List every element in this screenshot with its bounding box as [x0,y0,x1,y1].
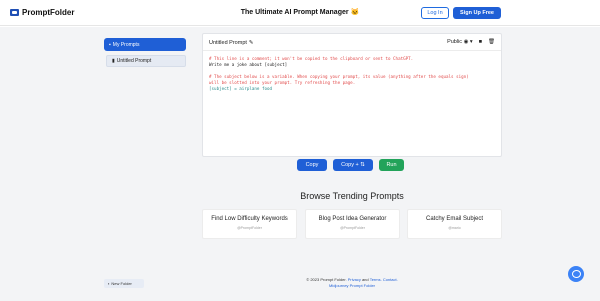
new-folder-button[interactable]: ▪ New Folder [104,279,144,288]
sidebar-folder-label: My Prompts [112,41,140,48]
edit-icon[interactable]: ✎ [249,40,254,46]
trending-card-title: Blog Post Idea Generator [318,216,387,222]
sidebar-folder-my-prompts[interactable]: ▪ My Prompts [104,38,186,51]
editor-divider [203,50,501,51]
chat-bubble-icon[interactable] [568,266,584,282]
folder-logo-icon [10,9,19,16]
top-header: PromptFolder [0,0,600,26]
and-text: and [361,277,369,282]
trending-card-title: Catchy Email Subject [425,216,484,222]
trending-card-author: @mario [448,226,461,230]
move-folder-icon[interactable]: ■ [479,39,482,45]
prompt-text-area[interactable]: # This line is a comment; it won't be co… [209,56,495,92]
contact-link[interactable]: Contact. [383,277,398,282]
trending-card[interactable]: Blog Post Idea Generator @PromptFolder [305,209,400,239]
folder-icon: ▪ [109,41,111,48]
trending-card[interactable]: Catchy Email Subject @mario [407,209,502,239]
terms-link[interactable]: Terms. [370,277,382,282]
privacy-link[interactable]: Privacy [348,277,361,282]
sidebar-item-label: Untitled Prompt [116,58,152,64]
action-buttons: Copy Copy + ⇅ Run [297,159,404,171]
copy-button[interactable]: Copy [297,159,327,171]
trending-card-title: Find Low Difficulty Keywords [211,216,288,222]
sidebar-item-untitled-prompt[interactable]: ▮ Untitled Prompt [106,55,186,67]
footer: © 2023 Prompt Folder. Privacy and Terms.… [202,277,502,289]
prompt-line: [subject] = airplane food [209,86,273,91]
editor-toolbar: Public ◉ ▾ ■ 🗑 [447,39,495,45]
copyright-text: © 2023 Prompt Folder. [306,277,347,282]
midjourney-link[interactable]: Midjourney Prompt Folder [202,283,502,289]
folder-plus-icon: ▪ [108,281,110,286]
signup-button[interactable]: Sign Up Free [453,7,501,19]
copy-plus-button[interactable]: Copy + ⇅ [333,159,373,171]
trending-title: Browse Trending Prompts [300,191,404,201]
sidebar [0,27,193,301]
prompt-editor[interactable]: Untitled Prompt ✎ Public ◉ ▾ ■ 🗑 # This … [202,33,502,157]
prompt-title[interactable]: Untitled Prompt ✎ [209,40,254,46]
visibility-select[interactable]: Public ◉ ▾ [447,39,473,45]
login-button[interactable]: Log In [421,7,449,19]
prompt-title-text: Untitled Prompt [209,40,247,46]
trending-card-author: @PromptFolder [237,226,262,230]
brand[interactable]: PromptFolder [10,8,230,17]
new-folder-label: New Folder [111,281,132,286]
document-icon: ▮ [112,58,115,64]
trending-card[interactable]: Find Low Difficulty Keywords @PromptFold… [202,209,297,239]
brand-name: PromptFolder [22,8,75,17]
run-button[interactable]: Run [379,159,404,171]
trending-card-author: @PromptFolder [340,226,365,230]
trash-icon[interactable]: 🗑 [488,39,495,45]
